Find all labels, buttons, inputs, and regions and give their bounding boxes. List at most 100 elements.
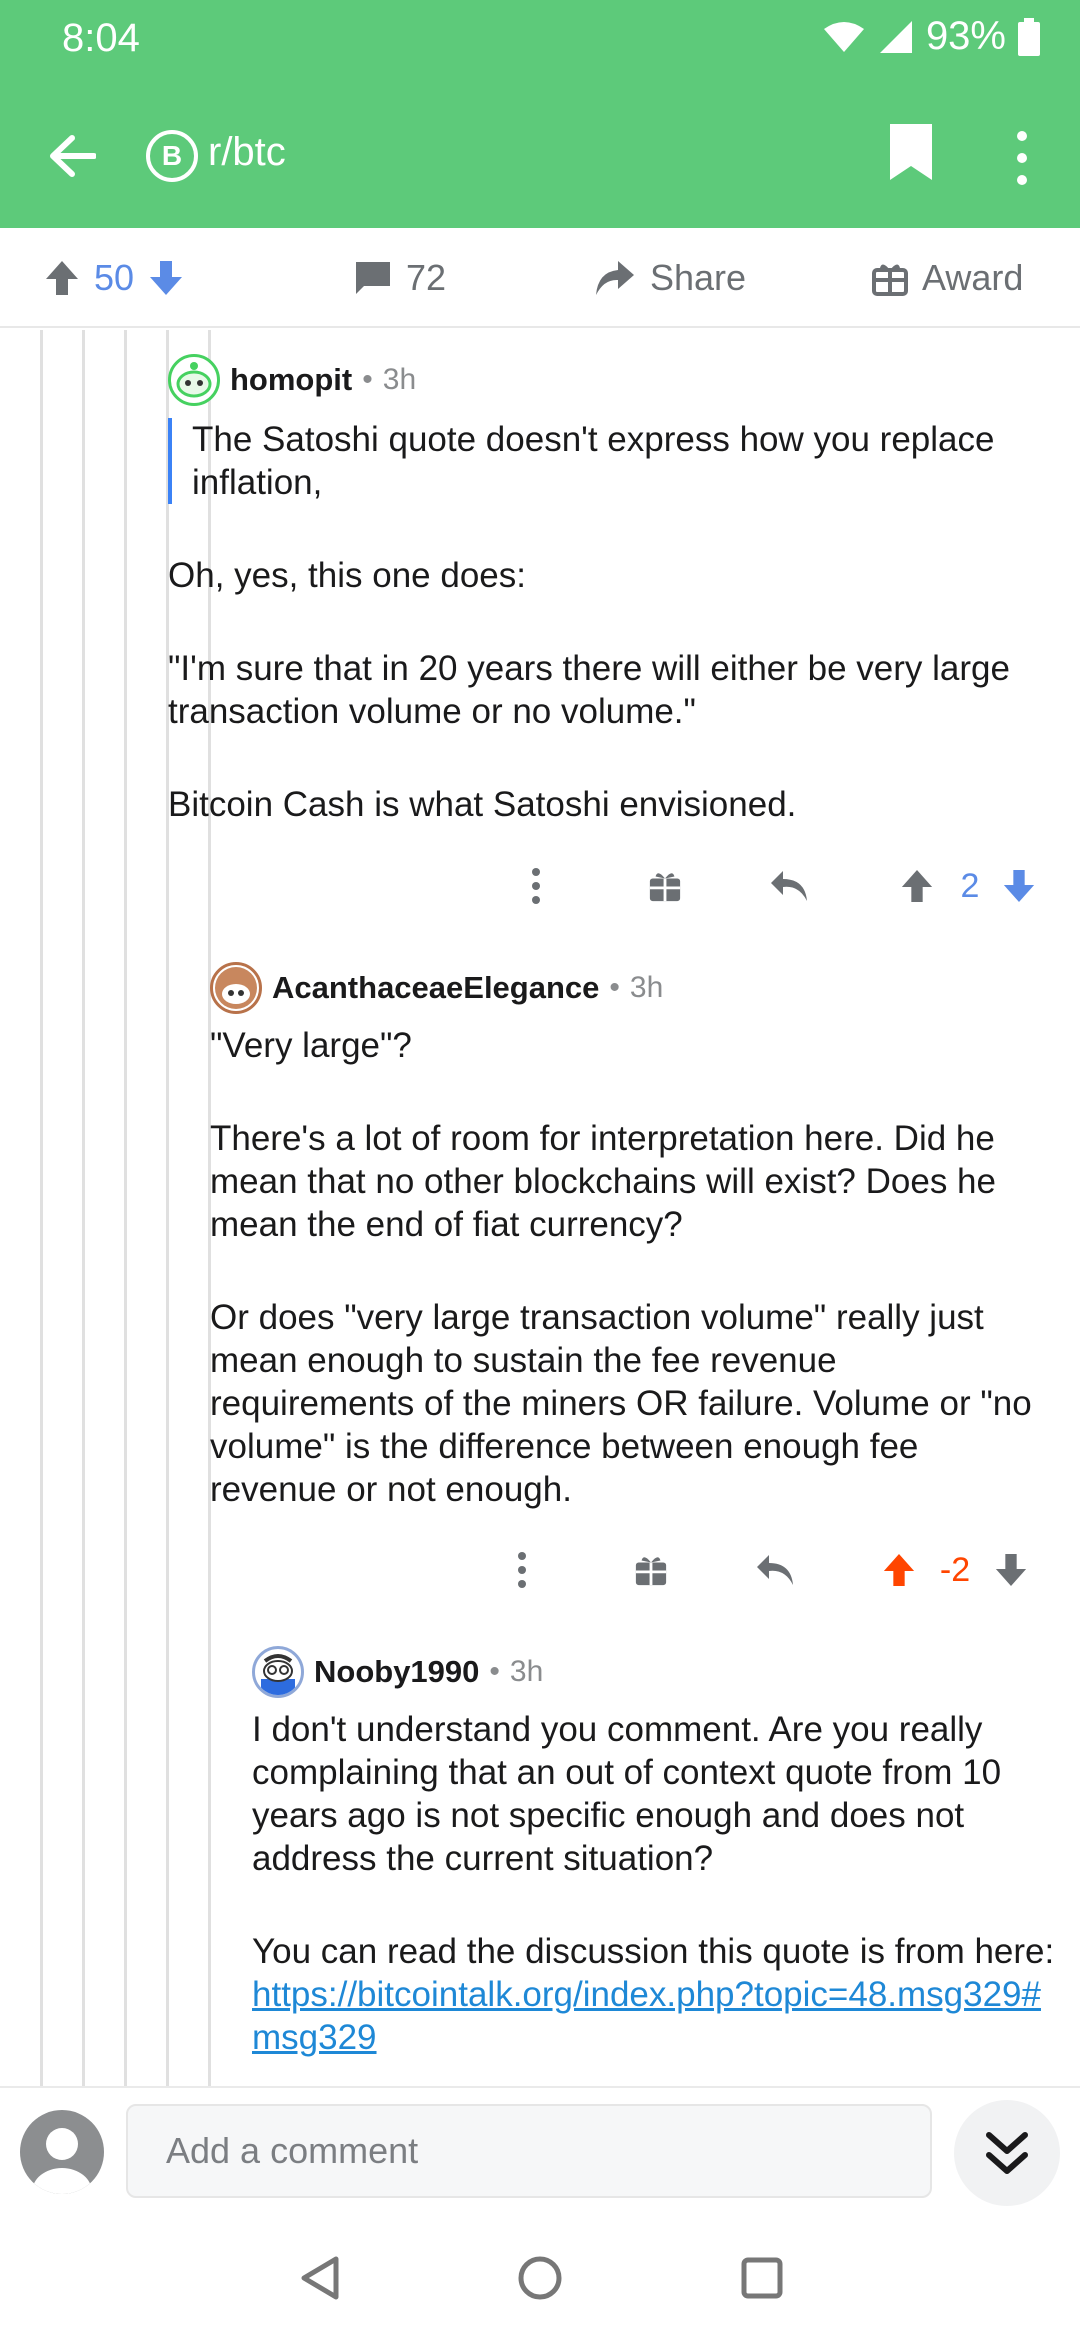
share-arrow-icon [596, 261, 634, 295]
comment-body: The Satoshi quote doesn't express how yo… [168, 418, 1050, 826]
comment-paragraph: Oh, yes, this one does: [168, 556, 526, 595]
double-chevron-down-icon [986, 2132, 1028, 2174]
comment-downvote-button[interactable] [986, 1542, 1036, 1598]
thread-line [124, 330, 127, 2086]
comment-award-button[interactable] [640, 858, 690, 914]
comment-paragraph: I don't understand you comment. Are you … [252, 1710, 1002, 1878]
comment-homopit: homopit • 3h The Satoshi quote doesn't e… [168, 352, 1060, 876]
comment-composer-bar: Add a comment [0, 2086, 1080, 2214]
comment-paragraph: "I'm sure that in 20 years there will ei… [168, 649, 1010, 731]
comments-count-button[interactable]: 72 [354, 248, 446, 308]
downvote-icon[interactable] [148, 259, 184, 297]
system-nav-bar [0, 2214, 1080, 2340]
cell-signal-icon [879, 20, 912, 53]
add-comment-input[interactable]: Add a comment [126, 2104, 932, 2198]
comment-upvote-button[interactable] [874, 1542, 924, 1598]
comment-paragraph: You can read the discussion this quote i… [252, 1930, 1058, 2059]
app-bar: B r/btc [0, 110, 1080, 200]
nav-back-button[interactable] [292, 2250, 348, 2306]
status-icons: 93% [822, 14, 1040, 59]
triangle-back-icon [301, 2256, 339, 2300]
battery-icon [1018, 17, 1040, 56]
comment-body: I don't understand you comment. Are you … [252, 1708, 1058, 2059]
comment-age: 3h [509, 1655, 544, 1688]
back-arrow-icon [50, 135, 96, 177]
comment-age: 3h [382, 363, 417, 396]
comment-score: -2 [939, 1550, 971, 1589]
comment-award-button[interactable] [626, 1542, 676, 1598]
comment-quote: The Satoshi quote doesn't express how yo… [168, 418, 1050, 504]
downvote-icon [1003, 869, 1035, 903]
separator-dot: • [489, 1655, 500, 1688]
thread-line [40, 330, 43, 2086]
battery-percent: 93% [925, 14, 1006, 58]
nav-home-button[interactable] [512, 2250, 568, 2306]
bookmark-icon[interactable] [888, 122, 934, 182]
more-options-button[interactable] [1000, 126, 1044, 186]
snoo-avatar-icon [261, 1654, 295, 1695]
avatar[interactable] [168, 354, 220, 406]
comment-downvote-button[interactable] [994, 858, 1044, 914]
award-button[interactable]: Award [872, 248, 1023, 308]
gift-icon [872, 264, 908, 296]
upvote-icon [901, 869, 933, 903]
comment-nooby1990: Nooby1990 • 3h I don't understand you co… [252, 1644, 1060, 2086]
comment-paragraph: There's a lot of room for interpretation… [210, 1119, 996, 1244]
comment-score: 2 [960, 866, 980, 905]
comment-more-button[interactable] [502, 1542, 542, 1598]
avatar[interactable] [210, 962, 262, 1014]
subreddit-icon[interactable]: B [146, 130, 198, 182]
snoo-avatar-icon [176, 362, 212, 398]
comment-header: Nooby1990 • 3h [252, 1644, 1060, 1700]
circle-home-icon [518, 2256, 562, 2300]
person-icon [32, 2128, 92, 2194]
vertical-dots-icon [518, 1552, 526, 1588]
comment-reply-button[interactable] [750, 1542, 800, 1598]
comment-body: "Very large"? There's a lot of room for … [210, 1024, 1050, 1511]
avatar[interactable] [252, 1646, 304, 1698]
upvote-icon [883, 1553, 915, 1587]
square-recents-icon [741, 2257, 783, 2299]
comment-author[interactable]: Nooby1990 [314, 1654, 479, 1690]
comment-author[interactable]: AcanthaceaeElegance [272, 970, 599, 1006]
gift-icon [649, 873, 681, 902]
downvote-icon [995, 1553, 1027, 1587]
comment-upvote-button[interactable] [892, 858, 942, 914]
collapse-threads-button[interactable] [954, 2100, 1060, 2206]
comment-more-button[interactable] [516, 858, 556, 914]
comment-age: 3h [629, 971, 664, 1004]
back-button[interactable] [40, 124, 104, 188]
vertical-dots-icon [532, 868, 540, 904]
comment-header: AcanthaceaeElegance • 3h [210, 960, 1060, 1016]
award-label: Award [922, 257, 1024, 298]
comment-header: homopit • 3h [168, 352, 1060, 408]
gift-icon [635, 1557, 667, 1586]
app-header: 8:04 93% B r/btc [0, 0, 1080, 228]
reply-arrow-icon [771, 871, 807, 901]
post-vote-group: 50 [44, 248, 184, 308]
comment-acanthaceaeelegance: AcanthaceaeElegance • 3h "Very large"? T… [210, 960, 1060, 1561]
nav-recents-button[interactable] [734, 2250, 790, 2306]
post-action-bar: 50 72 Share Award [0, 228, 1080, 328]
comment-paragraph: "Very large"? [210, 1026, 412, 1065]
comment-author[interactable]: homopit [230, 362, 352, 398]
comment-actions: 2 [500, 858, 1060, 914]
comment-paragraph: Or does "very large transaction volume" … [210, 1298, 1032, 1509]
comment-thread: homopit • 3h The Satoshi quote doesn't e… [0, 330, 1080, 2086]
discussion-link[interactable]: https://bitcointalk.org/index.php?topic=… [252, 1975, 1041, 2057]
upvote-icon[interactable] [44, 259, 80, 297]
comments-count: 72 [406, 257, 447, 298]
user-avatar[interactable] [20, 2110, 104, 2194]
comment-paragraph: Bitcoin Cash is what Satoshi envisioned. [168, 785, 797, 824]
comment-bubble-icon [356, 262, 390, 294]
subreddit-name[interactable]: r/btc [208, 130, 286, 175]
post-score: 50 [94, 257, 135, 298]
share-button[interactable]: Share [594, 248, 746, 308]
separator-dot: • [609, 971, 620, 1004]
snoo-avatar-icon [215, 967, 257, 1009]
separator-dot: • [362, 363, 373, 396]
comment-reply-button[interactable] [764, 858, 814, 914]
wifi-icon [823, 21, 864, 52]
thread-line [82, 330, 85, 2086]
share-label: Share [650, 257, 747, 298]
